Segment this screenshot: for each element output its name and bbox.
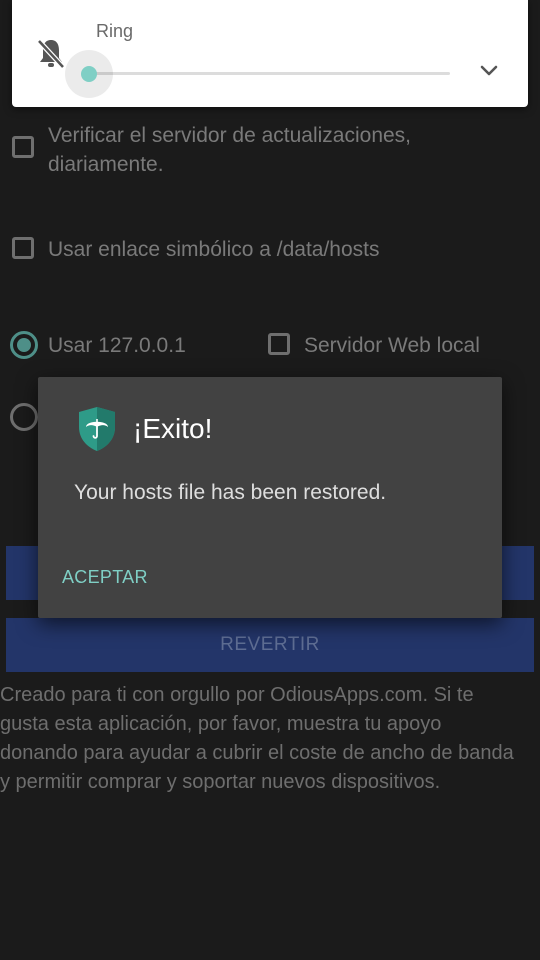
symlink-label: Usar enlace simbólico a /data/hosts: [48, 238, 380, 261]
revert-button[interactable]: REVERTIR: [6, 618, 534, 672]
volume-slider[interactable]: [90, 72, 450, 75]
use-localhost-label: Usar 127.0.0.1: [48, 334, 186, 357]
secondary-option-radio[interactable]: [10, 403, 38, 431]
bell-off-icon[interactable]: [36, 36, 66, 70]
local-webserver-checkbox[interactable]: [268, 333, 290, 355]
dialog-title: ¡Exito!: [133, 413, 213, 444]
volume-slider-thumb[interactable]: [81, 66, 97, 82]
symlink-checkbox[interactable]: [12, 237, 34, 259]
daily-check-checkbox[interactable]: [12, 136, 34, 158]
chevron-down-icon[interactable]: [474, 56, 504, 86]
shield-umbrella-icon: [79, 407, 115, 451]
volume-panel: Ring: [12, 0, 528, 107]
daily-check-label: Verificar el servidor de actualizaciones…: [48, 124, 412, 176]
accept-button[interactable]: ACEPTAR: [62, 567, 148, 588]
volume-stream-label: Ring: [96, 21, 134, 41]
use-localhost-radio-dot: [17, 338, 31, 352]
local-webserver-label: Servidor Web local: [304, 334, 480, 357]
footer-text: Creado para ti con orgullo por OdiousApp…: [0, 684, 514, 793]
dialog-message: Your hosts file has been restored.: [74, 481, 387, 504]
success-dialog: ¡Exito! Your hosts file has been restore…: [38, 377, 502, 618]
